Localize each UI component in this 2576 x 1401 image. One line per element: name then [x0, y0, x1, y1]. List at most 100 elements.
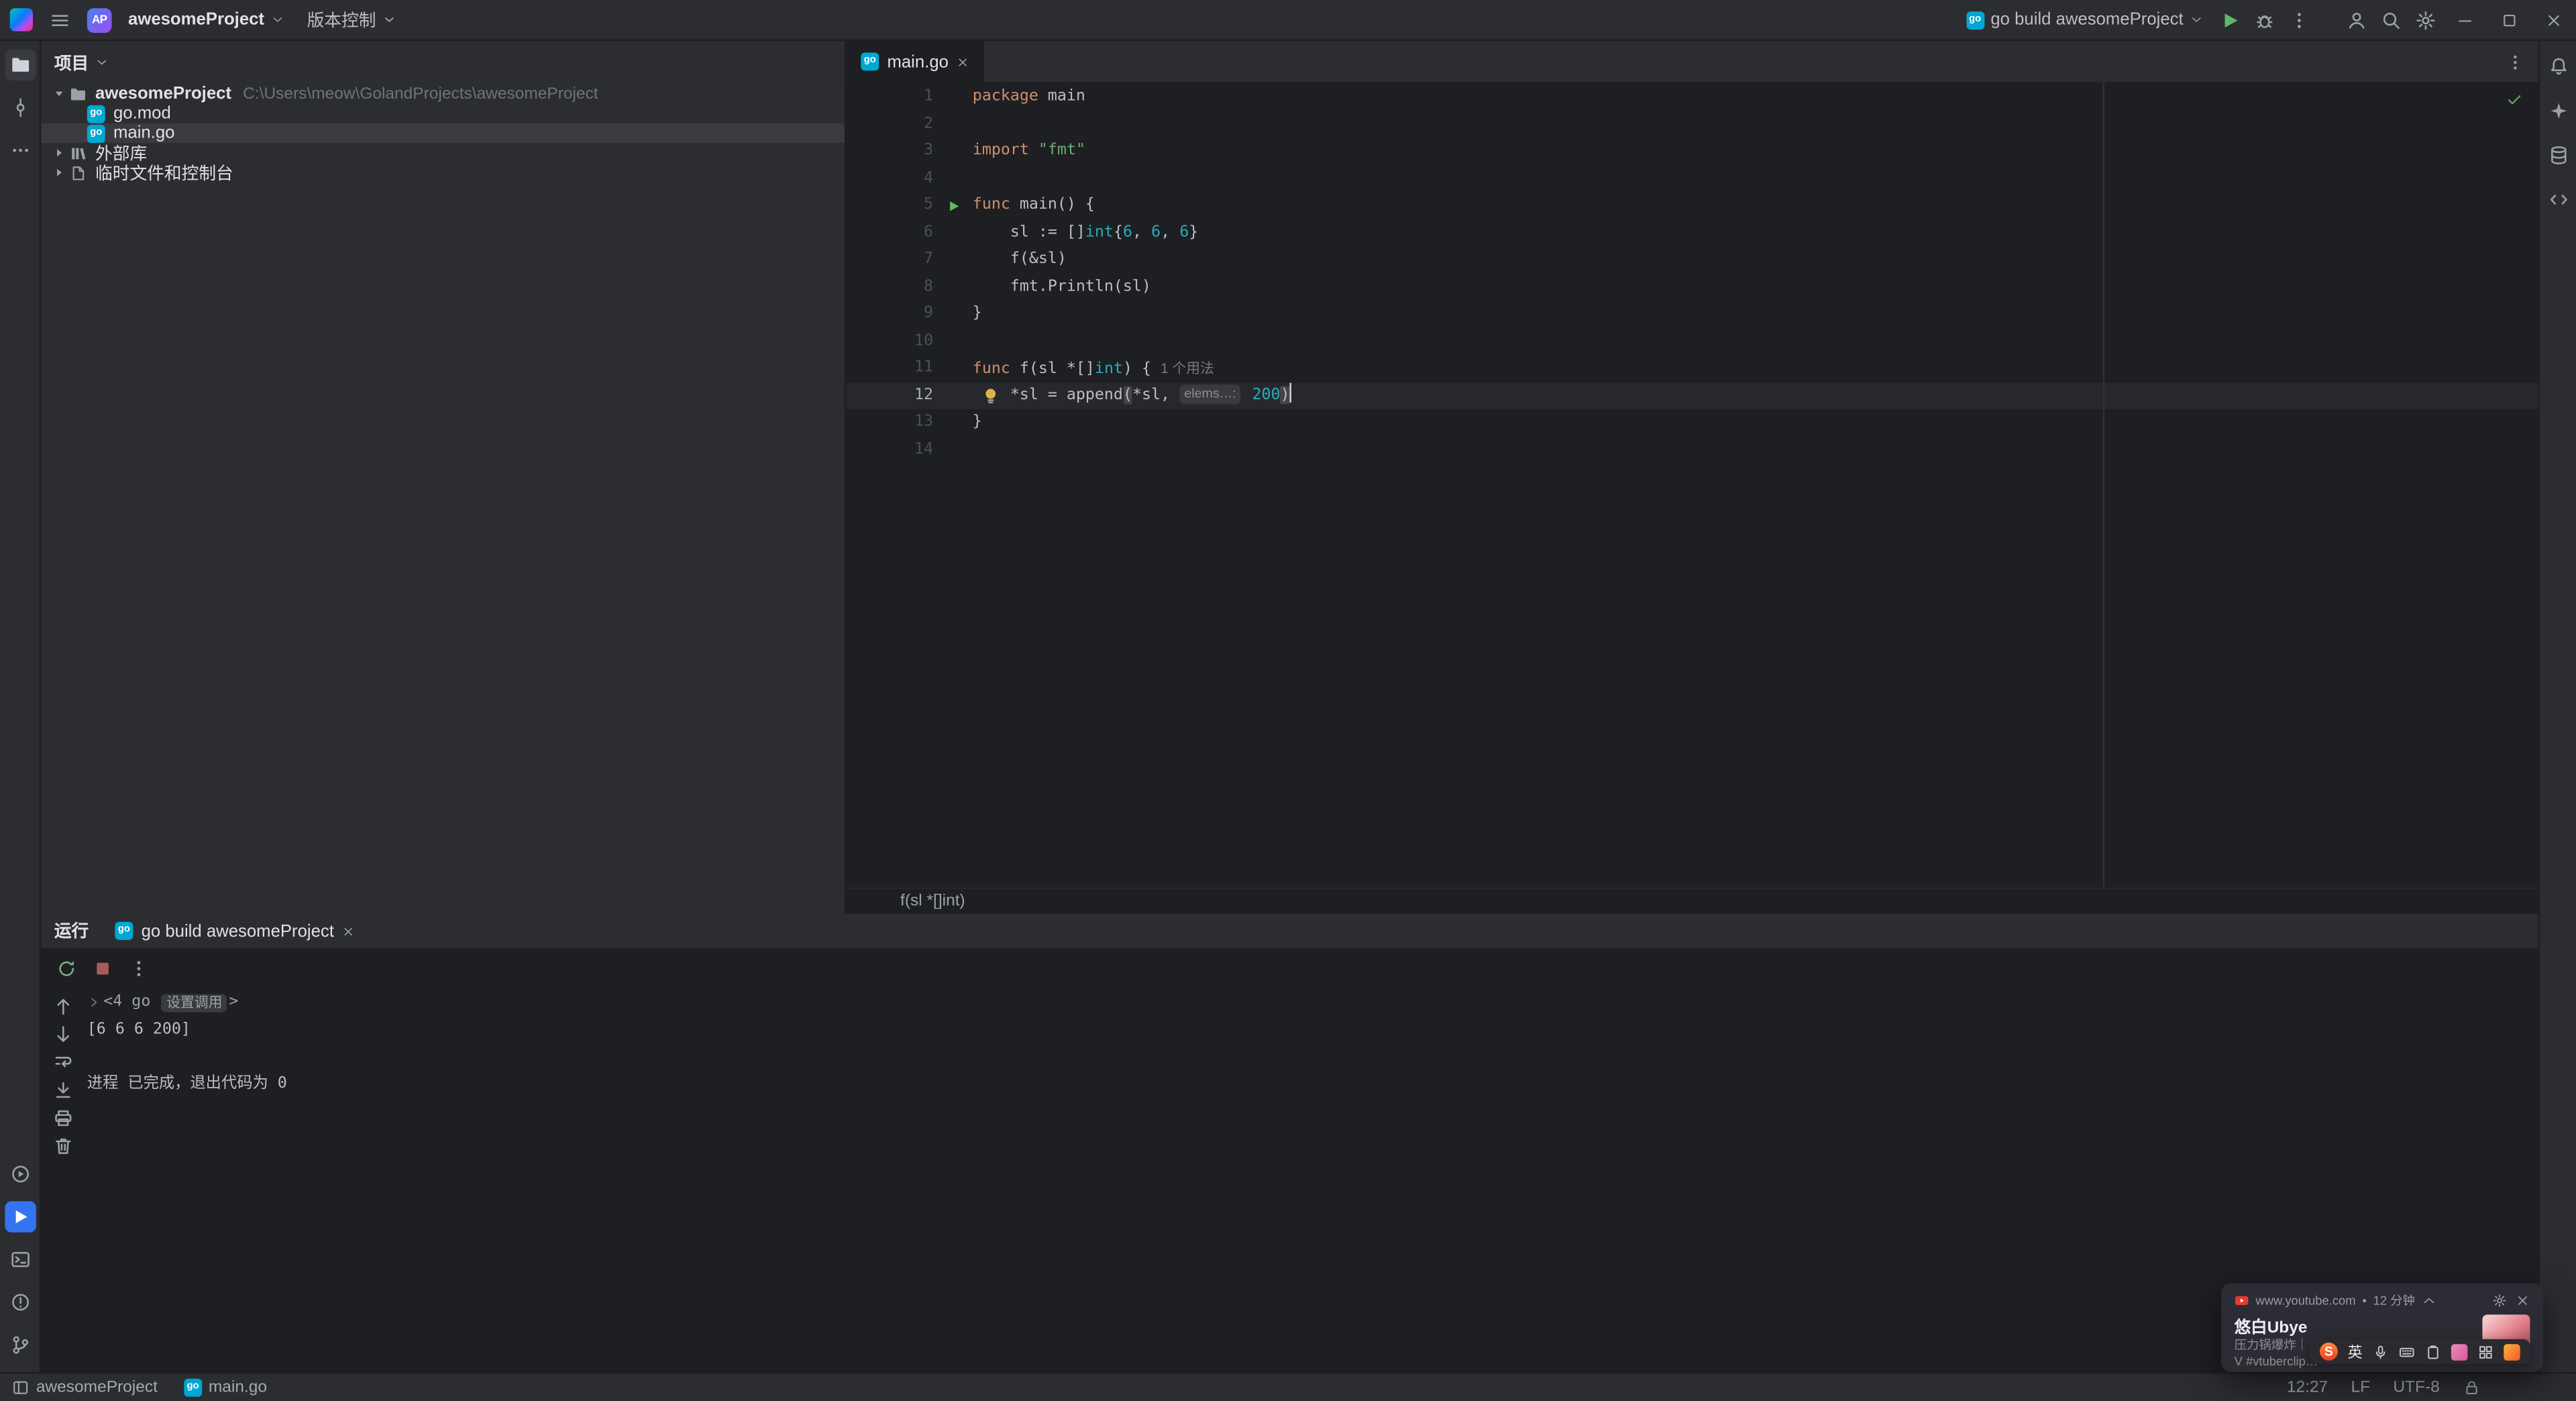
- scroll-to-end-icon[interactable]: [52, 1080, 73, 1101]
- code-line-11[interactable]: 11 func f(sl *[]int) { 1 个用法: [846, 355, 2538, 382]
- fold-chip[interactable]: 设置调用: [161, 994, 227, 1012]
- line-number[interactable]: 2: [846, 111, 933, 138]
- line-number[interactable]: 3: [846, 138, 933, 165]
- code-line-9[interactable]: 9}: [846, 301, 2538, 327]
- intention-bulb-icon[interactable]: [981, 385, 1000, 405]
- run-config-widget[interactable]: go go build awesomeProject: [1960, 5, 2210, 34]
- statusbar-main-go[interactable]: go main.go: [184, 1378, 267, 1397]
- run-tab-go-build[interactable]: go go build awesomeProject: [115, 921, 355, 941]
- collapsed-chevron-icon[interactable]: [49, 166, 67, 179]
- project-tree-item-go-mod[interactable]: go go.mod: [41, 103, 845, 123]
- editor-tab-main-go[interactable]: go main.go: [846, 41, 985, 83]
- sogou-smart-icon[interactable]: [2504, 1343, 2520, 1360]
- keyboard-icon[interactable]: [2399, 1343, 2415, 1359]
- more-horizontal-icon[interactable]: [4, 135, 36, 166]
- inspections-ok-icon[interactable]: [2506, 91, 2524, 109]
- code-line-7[interactable]: 7 f(&sl): [846, 246, 2538, 273]
- code-line-2[interactable]: 2: [846, 111, 2538, 138]
- ime-mode-indicator[interactable]: 英: [2348, 1341, 2363, 1362]
- close-button[interactable]: [2532, 0, 2576, 40]
- more-vertical-icon[interactable]: [128, 957, 150, 979]
- line-number[interactable]: 11: [846, 355, 933, 382]
- file-encoding[interactable]: UTF-8: [2393, 1379, 2439, 1397]
- statusbar-awesomeproject[interactable]: awesomeProject: [11, 1379, 158, 1397]
- git-branch-icon[interactable]: [4, 1329, 36, 1361]
- chevron-up-icon[interactable]: [2422, 1293, 2436, 1308]
- rerun-icon[interactable]: [56, 957, 77, 979]
- clipboard-icon[interactable]: [2425, 1343, 2441, 1359]
- console-line-1[interactable]: <4 go 设置调用 >: [87, 989, 2538, 1016]
- code-line-4[interactable]: 4: [846, 165, 2538, 192]
- code-line-6[interactable]: 6 sl := []int{6, 6, 6}: [846, 219, 2538, 246]
- print-icon[interactable]: [52, 1108, 73, 1129]
- prev-occurrence-icon[interactable]: [52, 996, 73, 1017]
- code-line-14[interactable]: 14: [846, 436, 2538, 463]
- expand-fold-icon[interactable]: [87, 996, 101, 1010]
- line-number[interactable]: 1: [846, 84, 933, 111]
- line-number[interactable]: 10: [846, 328, 933, 355]
- code-editor[interactable]: 1 package main 2 3 import "fmt" 4 5 func main()…: [846, 82, 2538, 887]
- breadcrumb-function[interactable]: f(sl *[]int): [900, 892, 965, 911]
- main-menu-icon[interactable]: [43, 3, 77, 37]
- line-number[interactable]: 5: [846, 193, 933, 219]
- collapsed-chevron-icon[interactable]: [49, 146, 67, 160]
- code-line-5[interactable]: 5 func main() {: [846, 193, 2538, 219]
- stop-icon[interactable]: [92, 957, 113, 979]
- readonly-lock-icon[interactable]: [2463, 1379, 2481, 1397]
- vcs-widget[interactable]: 版本控制: [301, 3, 402, 37]
- services-icon[interactable]: [4, 1159, 36, 1190]
- console-line-2[interactable]: [6 6 6 200]: [87, 1017, 2538, 1043]
- notifications-bell-icon[interactable]: [2542, 51, 2574, 83]
- code-line-3[interactable]: 3 import "fmt": [846, 138, 2538, 165]
- line-number[interactable]: 8: [846, 274, 933, 301]
- code-line-8[interactable]: 8 fmt.Println(sl): [846, 274, 2538, 301]
- mic-icon[interactable]: [2372, 1343, 2388, 1359]
- project-panel-header[interactable]: 项目: [41, 41, 845, 84]
- cursor-position[interactable]: 12:27: [2287, 1379, 2328, 1397]
- run-tool-icon[interactable]: [4, 1201, 36, 1233]
- database-icon[interactable]: [2542, 140, 2574, 171]
- code-line-13[interactable]: 13}: [846, 409, 2538, 436]
- debug-bug-icon[interactable]: [2247, 3, 2282, 37]
- console-line-3[interactable]: [87, 1043, 2538, 1070]
- line-separator[interactable]: LF: [2351, 1379, 2370, 1397]
- toast-settings-gear-icon[interactable]: [2492, 1293, 2507, 1308]
- settings-gear-icon[interactable]: [2408, 3, 2443, 37]
- line-number[interactable]: 12: [846, 382, 933, 409]
- code-line-1[interactable]: 1 package main: [846, 84, 2538, 111]
- more-actions-icon[interactable]: [2282, 3, 2316, 37]
- project-tree-item-main-go[interactable]: go main.go: [41, 123, 845, 144]
- close-run-tab-icon[interactable]: [342, 925, 356, 938]
- line-number[interactable]: 7: [846, 246, 933, 273]
- soft-wrap-icon[interactable]: [52, 1051, 73, 1073]
- maximize-button[interactable]: [2487, 0, 2532, 40]
- next-occurrence-icon[interactable]: [52, 1024, 73, 1045]
- project-folder-icon[interactable]: [4, 49, 36, 81]
- console-line-4[interactable]: 进程 已完成，退出代码为 0: [87, 1071, 2538, 1098]
- code-line-12[interactable]: 12 *sl = append(*sl, elems…: 200): [846, 382, 2538, 409]
- toast-close-icon[interactable]: [2515, 1293, 2530, 1308]
- grid-icon[interactable]: [2477, 1343, 2493, 1359]
- commit-icon[interactable]: [4, 92, 36, 123]
- line-number[interactable]: 14: [846, 436, 933, 463]
- close-tab-icon[interactable]: [957, 55, 970, 68]
- run-line-icon[interactable]: [933, 193, 973, 219]
- line-number[interactable]: 6: [846, 219, 933, 246]
- ai-assistant-icon[interactable]: [2542, 95, 2574, 127]
- sogou-input-icon[interactable]: S: [2319, 1342, 2338, 1361]
- minimize-button[interactable]: [2443, 0, 2487, 40]
- expanded-chevron-icon[interactable]: [49, 87, 67, 101]
- code-line-10[interactable]: 10: [846, 328, 2538, 355]
- profile-icon[interactable]: [2339, 3, 2373, 37]
- endpoints-icon[interactable]: [2542, 184, 2574, 215]
- sogou-skin-icon[interactable]: [2451, 1343, 2468, 1360]
- line-number[interactable]: 4: [846, 165, 933, 192]
- console-output[interactable]: <4 go 设置调用 > [6 6 6 200] 进程 已完成，退出代码为 0: [87, 989, 2538, 1372]
- project-tree-item-item[interactable]: 临时文件和控制台: [41, 162, 845, 183]
- project-widget[interactable]: awesomeProject: [121, 5, 290, 34]
- terminal-icon[interactable]: [4, 1244, 36, 1276]
- clear-all-icon[interactable]: [52, 1135, 73, 1157]
- run-button[interactable]: [2213, 3, 2247, 37]
- problems-icon[interactable]: [4, 1287, 36, 1318]
- project-tree-item-awesomeproject[interactable]: awesomeProject C:\Users\meow\GolandProjec…: [41, 84, 845, 103]
